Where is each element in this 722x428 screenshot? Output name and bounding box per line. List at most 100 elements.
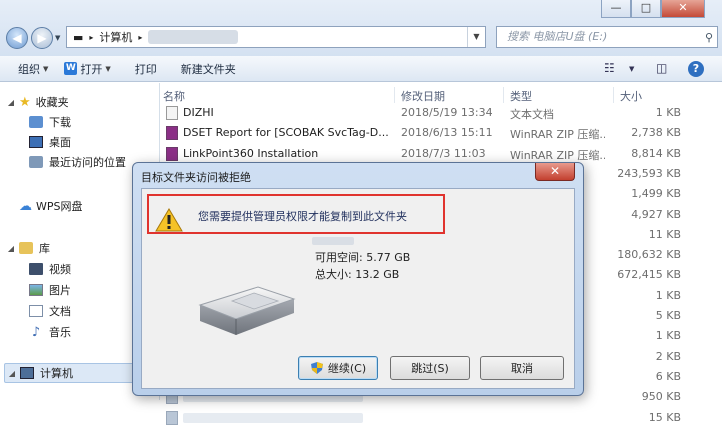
column-divider[interactable] [613,87,614,103]
dialog-body: 您需要提供管理员权限才能复制到此文件夹 可用空间: 5.77 GB 总大小: 1… [141,188,575,389]
new-folder-button[interactable]: 新建文件夹 [181,61,236,77]
file-size: 672,415 KB [617,268,681,282]
sidebar-label: 收藏夹 [35,96,69,109]
dialog-close-button[interactable]: ✕ [535,163,575,181]
file-row[interactable]: 15 KB [161,408,722,428]
file-size: 6 KB [655,369,681,383]
collapse-icon[interactable]: ◢ [6,98,16,107]
new-folder-label: 新建文件夹 [180,62,236,76]
breadcrumb-separator-icon: ▸ [89,32,94,42]
collapse-icon[interactable]: ◢ [6,244,16,253]
search-input[interactable]: 搜索 电脑店U盘 (E:) ⚲ [496,26,718,48]
sidebar-label: 下载 [49,116,71,129]
cancel-button[interactable]: 取消 [480,356,564,380]
column-header-name[interactable]: 名称 [163,88,185,104]
download-folder-icon [29,116,43,128]
chevron-down-icon[interactable]: ▼ [629,65,634,73]
archive-file-icon [166,146,178,161]
archive-file-icon [166,410,178,425]
file-row[interactable]: LinkPoint360 Installation 2018/7/3 11:03 W… [161,144,722,164]
column-divider[interactable] [503,87,504,103]
file-size: 243,593 KB [617,166,681,180]
address-bar-region: — □ ✕ ◀ ▶ ▼ ▬ ▸ 计算机 ▸ ▼ 搜索 电脑店U盘 (E:) ⚲ [0,0,722,56]
sidebar-item-downloads[interactable]: 下载 [29,112,71,132]
forward-button[interactable]: ▶ [31,27,53,49]
view-options-icon[interactable]: ☷ [604,61,615,75]
document-icon [29,305,43,317]
sidebar-label: WPS网盘 [36,200,83,213]
preview-pane-icon[interactable]: ◫ [656,61,667,75]
file-row[interactable]: DSET Report for [SCOBAK SvcTag-D... 2018/… [161,123,722,143]
drive-icon: ▬ [73,30,84,44]
file-name-redacted [183,412,363,423]
file-size: 1,499 KB [631,187,681,201]
wps-icon: W [64,62,78,75]
file-modified: 2018/6/13 15:11 [401,126,493,140]
file-row[interactable]: DIZHI 2018/5/19 13:34 文本文档 1 KB [161,103,722,123]
search-icon[interactable]: ⚲ [705,28,713,48]
file-size: 2 KB [655,349,681,363]
organize-menu[interactable]: 组织 ▼ [18,61,48,77]
help-icon[interactable]: ? [688,61,704,77]
print-label: 打印 [134,62,157,76]
file-type: WinRAR ZIP 压缩... [510,148,605,162]
removable-drive-icon [198,286,296,335]
file-size: 8,814 KB [631,146,681,160]
recent-pages-icon[interactable]: ▼ [55,34,60,42]
sidebar-item-desktop[interactable]: 桌面 [29,132,71,152]
file-size: 180,632 KB [617,248,681,262]
collapse-icon[interactable]: ◢ [7,369,17,378]
dialog-title: 目标文件夹访问被拒绝 [141,171,251,184]
file-name: DSET Report for [SCOBAK SvcTag-D... [183,126,388,140]
breadcrumb-redacted [148,30,239,44]
sidebar-item-music[interactable]: ♪ 音乐 [29,322,71,342]
file-modified: 2018/5/19 13:34 [401,106,493,119]
column-header-size[interactable]: 大小 [620,88,642,104]
sidebar-label: 图片 [49,284,71,297]
file-size: 4,927 KB [631,207,681,221]
recent-places-icon [29,156,43,168]
sidebar-item-wps[interactable]: ☁ WPS网盘 [19,196,83,216]
sidebar-item-libraries[interactable]: ◢ 库 [6,238,50,258]
column-divider[interactable] [394,87,395,103]
print-button[interactable]: 打印 [135,61,157,77]
video-icon [29,263,43,275]
computer-icon [20,367,34,379]
minimize-button[interactable]: — [601,0,631,18]
open-label: 打开 [80,62,103,76]
address-path[interactable]: ▬ ▸ 计算机 ▸ ▼ [66,26,486,48]
file-name: DIZHI [183,106,214,119]
continue-label: 继续(C) [327,362,367,375]
breadcrumb-computer[interactable]: 计算机 [99,29,132,45]
continue-button[interactable]: 继续(C) [298,356,378,380]
sidebar-label: 音乐 [49,326,71,339]
column-header-type[interactable]: 类型 [510,88,532,104]
column-header-modified[interactable]: 修改日期 [401,88,445,104]
access-denied-dialog: 目标文件夹访问被拒绝 ✕ 您需要提供管理员权限才能复制到此文件夹 可用空间: 5… [132,162,584,396]
sidebar-item-videos[interactable]: 视频 [29,259,71,279]
back-button[interactable]: ◀ [6,27,28,49]
library-icon [19,242,33,254]
star-icon: ★ [19,94,31,110]
file-size: 1 KB [655,288,681,302]
open-menu[interactable]: W 打开 ▼ [64,61,111,77]
sidebar-item-recent[interactable]: 最近访问的位置 [29,152,126,172]
file-type: WinRAR ZIP 压缩... [510,128,605,142]
window-close-button[interactable]: ✕ [661,0,705,18]
file-type: 文本文档 [510,108,554,121]
chevron-down-icon: ▼ [43,64,49,73]
maximize-button[interactable]: □ [631,0,661,18]
desktop-icon [29,136,43,148]
file-modified: 2018/7/3 11:03 [401,146,486,160]
file-size: 15 KB [648,410,681,424]
sidebar-item-pictures[interactable]: 图片 [29,280,71,300]
text-file-icon [166,106,178,120]
chevron-down-icon[interactable]: ▼ [467,27,485,47]
sidebar-item-favorites[interactable]: ◢ ★ 收藏夹 [6,92,69,112]
sidebar-label: 文档 [49,305,71,318]
breadcrumb-separator-icon[interactable]: ▸ [138,33,142,42]
skip-button[interactable]: 跳过(S) [390,356,470,380]
sidebar-label: 最近访问的位置 [49,156,126,169]
sidebar-label: 桌面 [49,136,71,149]
sidebar-item-documents[interactable]: 文档 [29,301,71,321]
